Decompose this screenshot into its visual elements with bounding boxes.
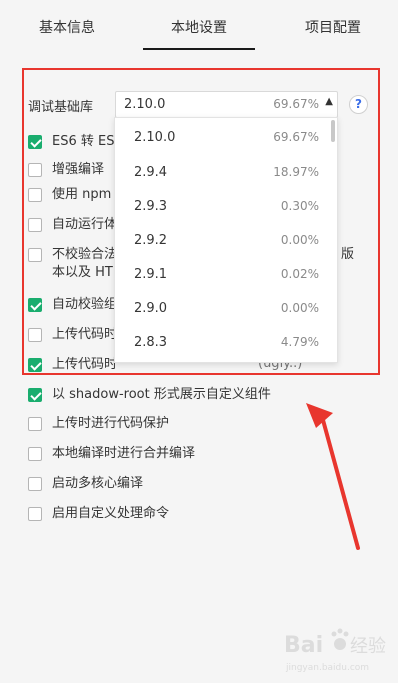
svg-text:经验: 经验 xyxy=(350,636,386,657)
baidu-watermark: Bai 经验 jingyan.baidu.com xyxy=(280,622,390,678)
baidu-logo-icon: Bai 经验 jingyan.baidu.com xyxy=(284,628,386,673)
svg-text:jingyan.baidu.com: jingyan.baidu.com xyxy=(285,663,369,673)
annotation-arrow-icon xyxy=(306,403,360,550)
svg-text:Bai: Bai xyxy=(284,633,323,658)
